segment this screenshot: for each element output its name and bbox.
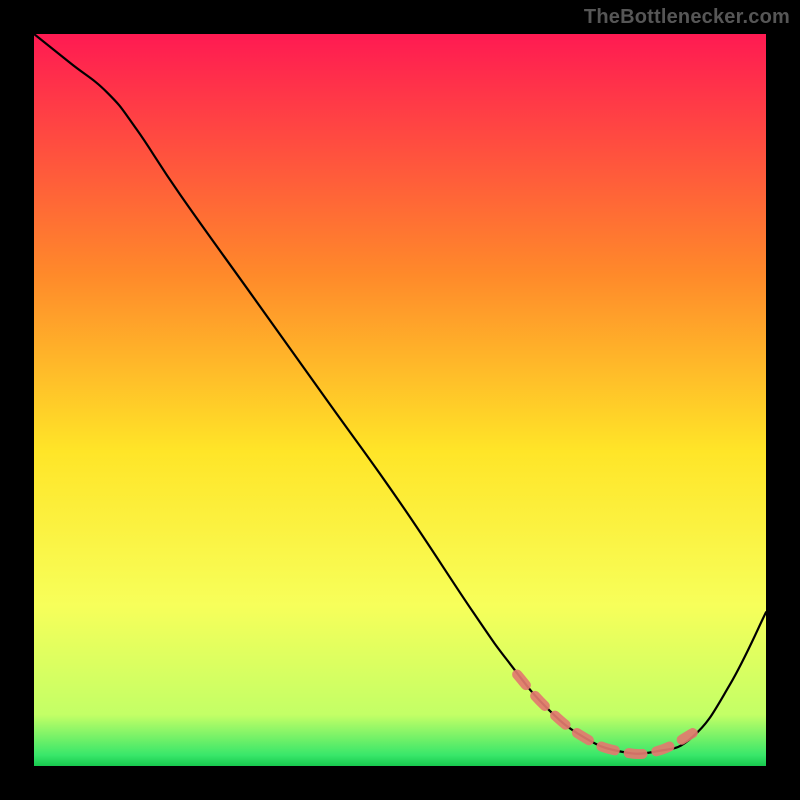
chart-background [34, 34, 766, 766]
attribution-text: TheBottlenecker.com [584, 6, 790, 29]
bottleneck-chart [34, 34, 766, 766]
chart-frame: TheBottlenecker.com [0, 0, 800, 800]
